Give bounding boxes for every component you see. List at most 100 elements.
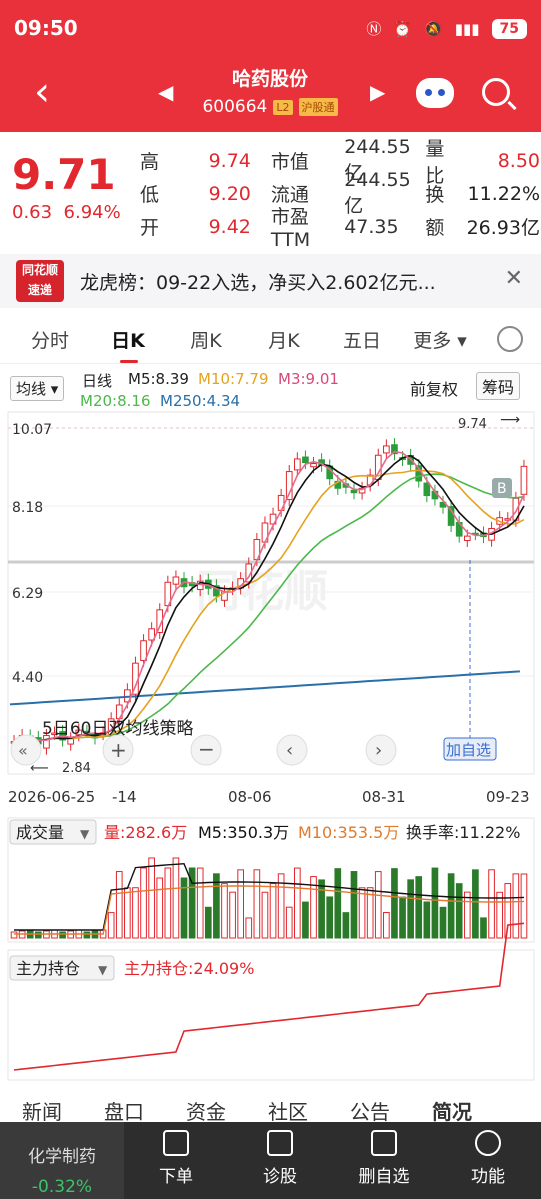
volume-bar: [196, 867, 204, 939]
volume-bar: [472, 869, 479, 939]
volume-bar: [132, 887, 139, 939]
minus-box-icon: [371, 1130, 397, 1156]
volume-bar: [318, 879, 325, 939]
back-button[interactable]: ‹: [34, 72, 50, 112]
volume-bar: [488, 869, 495, 939]
volume-bar: [512, 873, 520, 939]
assistant-robot-icon[interactable]: [416, 78, 454, 108]
volume-bar: [213, 873, 220, 939]
chevron-down-icon: ▼: [98, 963, 108, 977]
period-label: 日线: [82, 372, 113, 390]
max-price-label: 9.74: [458, 417, 487, 432]
double-chevron-left-icon: «: [18, 741, 28, 760]
volume-bar: [350, 871, 358, 939]
volume-bar: [124, 887, 131, 939]
candle-body: [310, 463, 317, 468]
app-header: 09:50 Ⓝ ⏰ 🔕 ▮▮▮ 75 ‹ ◀ 哈药股份 600664 L2 沪股…: [0, 0, 541, 132]
volume-bar: [342, 912, 350, 939]
diagnose-button[interactable]: 诊股: [240, 1130, 320, 1187]
quote-row: 开 9.42 市盈TTM 47.35 额 26.93亿: [140, 206, 540, 251]
volume-bar: [140, 867, 147, 939]
stock-title: 哈药股份 600664 L2 沪股通: [150, 64, 390, 117]
sector-info[interactable]: 化学制药 -0.32%: [0, 1122, 124, 1199]
bottom-action-bar: 化学制药 -0.32% 下单 诊股 删自选 功能: [0, 1122, 541, 1199]
order-button[interactable]: 下单: [136, 1130, 216, 1187]
quote-grid: 高 9.74 市值 244.55亿 量比 8.50 低 9.20 流通 244.55亿 换…: [140, 136, 540, 251]
date-label: 09-23: [486, 788, 530, 806]
volume-ma5-line: [14, 862, 525, 931]
holding-select-label: 主力持仓: [16, 959, 80, 978]
alarm-icon: ⏰: [393, 19, 413, 38]
chevron-left-icon: ‹: [286, 740, 293, 761]
candle-body: [172, 576, 180, 585]
hk-connect-badge: 沪股通: [298, 98, 338, 116]
tab-five-day[interactable]: 五日: [334, 326, 390, 353]
search-icon[interactable]: [482, 78, 510, 106]
candle-body: [383, 445, 390, 454]
stock-name: 哈药股份: [231, 68, 308, 90]
date-label: -14: [112, 788, 137, 806]
tab-weekly-k[interactable]: 周K: [178, 326, 234, 353]
y-tick-label: 10.07: [12, 422, 52, 438]
sector-name: 化学制药: [28, 1147, 96, 1167]
y-tick-label: 4.40: [12, 670, 43, 686]
volume-value: 量:282.6万: [104, 823, 187, 842]
sector-change: -0.32%: [31, 1177, 93, 1197]
chip-button[interactable]: 筹码: [476, 372, 521, 400]
news-banner[interactable]: 同花顺 速递 龙虎榜：09-22入选，净买入2.602亿元... ✕: [0, 254, 541, 308]
ma20-value: M20:8.16: [80, 392, 151, 410]
tab-more[interactable]: 更多 ▾: [412, 326, 468, 353]
volume-bar: [237, 869, 245, 939]
volume-ma10-line: [14, 885, 525, 935]
volume-bar: [34, 931, 42, 939]
volume-bar: [107, 912, 115, 939]
status-icons: Ⓝ ⏰ 🔕 ▮▮▮ 75: [366, 18, 527, 39]
ma3-value: M3:9.01: [278, 370, 339, 388]
tab-monthly-k[interactable]: 月K: [256, 326, 312, 353]
minus-icon: −: [198, 737, 215, 761]
ma10-value: M10:7.79: [198, 370, 269, 388]
candle-body: [293, 458, 301, 471]
plus-icon: +: [110, 738, 127, 762]
function-button[interactable]: 功能: [448, 1130, 528, 1187]
volume-bar: [431, 867, 439, 939]
chart-settings-icon[interactable]: [497, 326, 523, 352]
status-time: 09:50: [14, 16, 78, 40]
turnover-value: 换手率:11.22%: [406, 823, 520, 842]
tab-timeshare[interactable]: 分时: [22, 326, 78, 353]
adjust-mode[interactable]: 前复权: [410, 376, 458, 400]
add-chat-icon: [267, 1130, 293, 1156]
l2-badge: L2: [273, 99, 293, 115]
volume-bar: [480, 917, 487, 939]
signal-icon: ▮▮▮: [454, 19, 480, 38]
volume-bar: [83, 931, 91, 939]
ma5-value: M5:8.39: [128, 370, 189, 388]
y-tick-label: 8.18: [12, 500, 43, 516]
current-price: 9.71: [12, 150, 116, 199]
volume-bar: [253, 869, 261, 939]
stock-code: 600664: [202, 97, 268, 117]
volume-bar: [204, 906, 212, 939]
price-change: 0.63 6.94%: [12, 202, 121, 223]
volume-bar: [415, 876, 423, 939]
tab-daily-k[interactable]: 日K: [100, 326, 156, 363]
chevron-right-icon: ›: [375, 740, 382, 761]
volume-bar: [423, 901, 431, 939]
quote-panel: 9.71 0.63 6.94% 高 9.74 市值 244.55亿 量比 8.50 低…: [0, 136, 541, 251]
volume-bar: [334, 868, 342, 939]
nfc-icon: Ⓝ: [366, 20, 382, 38]
volume-bar: [115, 871, 123, 939]
chevron-down-icon: ▼: [80, 827, 90, 841]
ma-select-button[interactable]: 均线 ▾: [10, 376, 65, 401]
volume-bar: [10, 931, 18, 939]
next-stock-button[interactable]: ▶: [370, 80, 385, 104]
volume-bar: [520, 873, 528, 939]
news-text[interactable]: 龙虎榜：09-22入选，净买入2.602亿元...: [80, 268, 436, 295]
volume-bar: [245, 917, 253, 939]
volume-ma5: M5:350.3万: [198, 823, 289, 842]
candle-body: [423, 482, 431, 497]
remove-watchlist-button[interactable]: 删自选: [344, 1130, 424, 1187]
volume-bar: [383, 912, 390, 939]
close-icon[interactable]: ✕: [505, 266, 523, 291]
volume-bar: [374, 871, 382, 939]
